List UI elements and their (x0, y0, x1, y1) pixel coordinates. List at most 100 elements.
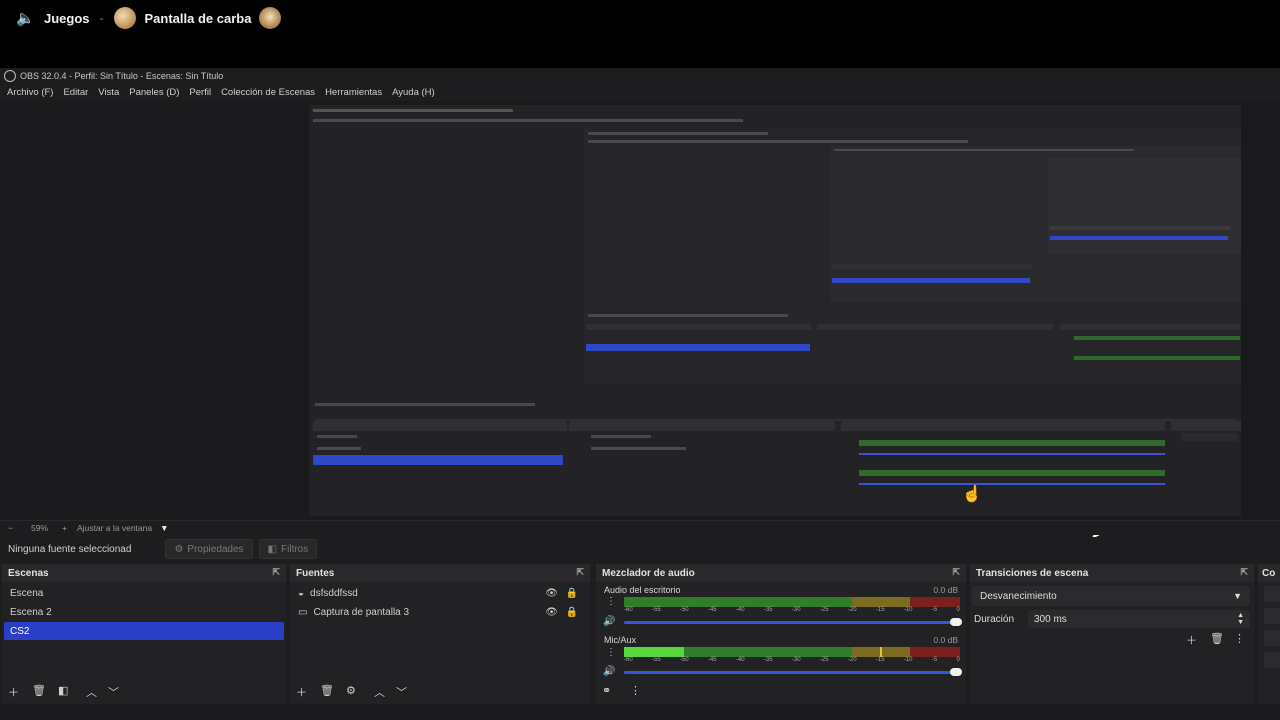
gamepad-icon: ◒ (298, 587, 305, 599)
gear-icon: ⚙ (174, 543, 184, 555)
menu-editar[interactable]: Editar (63, 87, 88, 98)
chevron-up-icon[interactable]: ︿ (374, 684, 385, 700)
menu-perfil[interactable]: Perfil (189, 87, 211, 98)
control-button[interactable] (1264, 586, 1280, 602)
menu-herramientas[interactable]: Herramientas (325, 87, 382, 98)
more-icon[interactable]: ⋮ (606, 596, 616, 607)
volume-slider[interactable] (624, 618, 962, 626)
link-icon[interactable]: ⚭ (602, 684, 611, 697)
obs-logo-icon (4, 70, 16, 82)
menu-archivo[interactable]: Archivo (F) (7, 87, 53, 98)
eye-icon[interactable]: 👁 (545, 607, 558, 618)
source-item[interactable]: ◒ dsfsddfssd 👁 🔒 (292, 584, 588, 602)
slider-handle[interactable] (950, 618, 962, 626)
channel-name: Mic/Aux (604, 635, 637, 645)
eye-icon[interactable]: 👁 (545, 588, 558, 599)
control-button[interactable] (1264, 608, 1280, 624)
audio-mixer-dock: Mezclador de audio ⇱ Audio del escritori… (596, 564, 966, 704)
add-icon[interactable]: ＋ (8, 684, 19, 700)
undock-icon[interactable]: ⇱ (952, 567, 960, 578)
controls-title: Co (1262, 567, 1276, 579)
volume-slider[interactable] (624, 668, 962, 676)
sources-header: Fuentes ⇱ (290, 564, 590, 582)
chevron-down-icon[interactable]: ﹀ (108, 684, 119, 700)
control-button[interactable] (1264, 630, 1280, 646)
filter-icon: ◧ (267, 543, 278, 555)
speaker-icon[interactable]: 🔊 (603, 616, 615, 627)
menu-vista[interactable]: Vista (98, 87, 119, 98)
fit-window-button[interactable]: Ajustar a la ventana (77, 523, 152, 533)
captured-screen-nested-3 (1048, 158, 1241, 254)
stream-header: 🔈 Juegos - Pantalla de carba (0, 0, 1280, 36)
zoom-out-button[interactable]: − (8, 523, 13, 533)
transition-select[interactable]: Desvanecimiento ▼ (972, 586, 1250, 606)
scene-item[interactable]: Escena (4, 584, 284, 602)
mixer-header: Mezclador de audio ⇱ (596, 564, 966, 582)
obs-titlebar: OBS 32.0.4 - Perfil: Sin Título - Escena… (0, 68, 1280, 84)
transition-selected: Desvanecimiento (980, 590, 1057, 602)
volume-meter (624, 597, 960, 607)
meter-ticks: -60 -55 -50 -45 -40 -35 -30 -25 -20 -15 -10 -5 0 (624, 607, 960, 613)
filter-icon[interactable]: ◧ (58, 684, 68, 697)
speaker-icon[interactable]: 🔊 (603, 666, 615, 677)
emoji-icon (259, 7, 282, 29)
undock-icon[interactable]: ⇱ (576, 567, 584, 578)
chevron-up-icon[interactable]: ︿ (86, 684, 97, 700)
control-button[interactable] (1264, 652, 1280, 668)
source-name: Captura de pantalla 3 (313, 606, 410, 618)
volume-meter (624, 647, 960, 657)
menu-bar: Archivo (F) Editar Vista Paneles (D) Per… (0, 84, 1280, 100)
context-bar: Ninguna fuente seleccionad ⚙ Propiedades… (0, 537, 1280, 561)
more-icon[interactable]: ⋮ (606, 647, 616, 658)
speaker-icon[interactable]: 🔈 (16, 9, 35, 27)
duration-field[interactable]: 300 ms ▲ ▼ (1028, 610, 1250, 628)
controls-header: Co (1258, 564, 1280, 582)
chevron-down-icon[interactable]: ﹀ (396, 684, 407, 700)
zoom-level: 59% (30, 523, 48, 533)
more-icon[interactable]: ⋮ (630, 684, 641, 697)
trash-icon[interactable]: 🗑 (320, 684, 334, 697)
channel-db: 0.0 dB (933, 635, 958, 645)
scene-item[interactable]: Escena 2 (4, 603, 284, 621)
gear-icon[interactable]: ⚙ (346, 684, 356, 697)
lock-icon[interactable]: 🔒 (566, 607, 578, 618)
undock-icon[interactable]: ⇱ (1240, 567, 1248, 578)
menu-ayuda[interactable]: Ayuda (H) (392, 87, 435, 98)
separator: - (99, 11, 104, 25)
zoom-in-button[interactable]: + (62, 523, 67, 533)
scenes-dock: Escenas ⇱ Escena Escena 2 CS2 ＋ 🗑 ◧ ︿ ﹀ (2, 564, 286, 704)
add-icon[interactable]: ＋ (296, 684, 307, 700)
source-item[interactable]: ▭ Captura de pantalla 3 👁 🔒 (292, 603, 588, 621)
user-name[interactable]: Pantalla de carba (145, 11, 252, 26)
monitor-icon: ▭ (298, 606, 308, 618)
channel-name[interactable]: Juegos (44, 11, 90, 26)
meter-ticks: -60 -55 -50 -45 -40 -35 -30 -25 -20 -15 -10 -5 0 (624, 657, 960, 663)
duration-value: 300 ms (1034, 613, 1067, 625)
filters-label: Filtros (281, 543, 309, 555)
more-icon[interactable]: ⋮ (1234, 632, 1245, 645)
slider-handle[interactable] (950, 668, 962, 676)
status-bar (0, 704, 1280, 720)
menu-coleccion[interactable]: Colección de Escenas (221, 87, 315, 98)
menu-paneles[interactable]: Paneles (D) (129, 87, 179, 98)
filters-button[interactable]: ◧ Filtros (258, 539, 318, 559)
properties-button[interactable]: ⚙ Propiedades (165, 539, 253, 559)
zoom-bar: − 59% + Ajustar a la ventana ▼ (0, 520, 1280, 535)
window-title: OBS 32.0.4 - Perfil: Sin Título - Escena… (20, 71, 224, 81)
spinner-arrows-icon[interactable]: ▲ ▼ (1237, 612, 1244, 626)
transitions-title: Transiciones de escena (976, 567, 1089, 579)
avatar[interactable] (113, 7, 136, 29)
undock-icon[interactable]: ⇱ (272, 567, 280, 578)
scene-item-selected[interactable]: CS2 (4, 622, 284, 640)
lock-icon[interactable]: 🔒 (566, 588, 578, 599)
chevron-down-icon[interactable]: ▼ (160, 523, 168, 533)
trash-icon[interactable]: 🗑 (32, 684, 46, 697)
chevron-down-icon: ▼ (1233, 591, 1242, 601)
channel-db: 0.0 dB (933, 585, 958, 595)
channel-name: Audio del escritorio (604, 585, 681, 595)
trash-icon[interactable]: 🗑 (1210, 632, 1224, 645)
hand-cursor-icon: ☝ (962, 486, 982, 503)
transitions-header: Transiciones de escena ⇱ (970, 564, 1254, 582)
add-icon[interactable]: ＋ (1186, 632, 1197, 648)
properties-label: Propiedades (187, 543, 244, 555)
